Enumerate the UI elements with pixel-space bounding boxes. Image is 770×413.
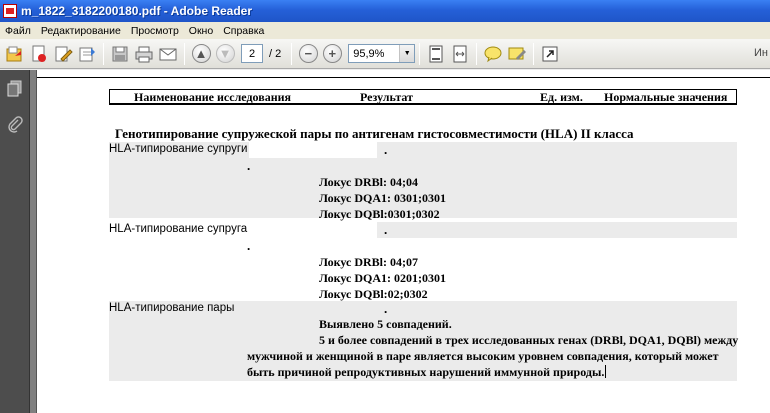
row-dot: .: [384, 142, 388, 157]
fit-width-icon: [453, 45, 467, 62]
result-line: Локус DRBl: 04;04: [319, 175, 419, 189]
row-dot: .: [384, 222, 388, 237]
section-title: Генотипирование супружеской пары по анти…: [115, 126, 634, 141]
fit-page-icon: [429, 45, 443, 62]
paperclip-icon[interactable]: [7, 116, 23, 134]
attach-icon[interactable]: [76, 43, 98, 65]
highlight-pen-icon: [508, 47, 527, 60]
arrow-down-icon: ▼: [215, 44, 235, 63]
speech-bubble-icon: [484, 46, 502, 62]
result-line: 5 и более совпадений в трех исследованны…: [319, 333, 739, 347]
header-result: Результат: [360, 90, 414, 104]
previous-page-button[interactable]: ▲: [190, 43, 212, 65]
header-norm: Нормальные значения: [604, 90, 728, 104]
expand-icon: [542, 46, 558, 61]
fit-width-button[interactable]: [449, 43, 471, 65]
menu-view[interactable]: Просмотр: [126, 25, 184, 37]
header-test-name: Наименование исследования: [134, 90, 292, 104]
page-top-border: [37, 70, 770, 78]
print-icon[interactable]: [133, 43, 155, 65]
toolbar-separator: [419, 42, 421, 65]
result-row: HLA-типирование супруга . . Локус DRBl: …: [109, 222, 737, 301]
arrow-up-icon: ▲: [191, 44, 211, 63]
toolbar-separator: [533, 42, 535, 65]
sign-button[interactable]: [506, 43, 528, 65]
row-dot: .: [384, 301, 388, 316]
navigation-panel: [0, 70, 30, 413]
plus-icon: +: [322, 44, 342, 63]
save-icon[interactable]: [109, 43, 131, 65]
result-row: HLA-типирование пары . Выявлено 5 совпад…: [109, 301, 739, 381]
row-dot: .: [247, 158, 251, 173]
result-line: мужчиной и женщиной в паре является высо…: [247, 349, 719, 363]
zoom-out-button[interactable]: −: [297, 43, 319, 65]
menu-file[interactable]: Файл: [0, 25, 36, 37]
toolbar-separator: [103, 42, 104, 65]
page-total: / 2: [269, 47, 282, 60]
full-screen-button[interactable]: [539, 43, 561, 65]
header-unit: Ед. изм.: [540, 90, 583, 104]
toolbar-overflow-label[interactable]: Ин: [754, 47, 768, 59]
text-cursor: [605, 365, 607, 378]
row-label: HLA-типирование пары: [109, 302, 235, 314]
menu-edit[interactable]: Редактирование: [36, 25, 126, 37]
zoom-in-button[interactable]: +: [321, 43, 343, 65]
result-line: быть причиной репродуктивных нарушений и…: [247, 365, 605, 379]
chevron-down-icon[interactable]: ▼: [399, 45, 415, 62]
result-line: Локус DQBl:02;0302: [319, 287, 428, 301]
row-label: HLA-типирование супруга: [109, 223, 248, 235]
results-table-header: Наименование исследования Результат Ед. …: [109, 89, 737, 105]
document-area[interactable]: Наименование исследования Результат Ед. …: [30, 70, 770, 413]
result-line-last: быть причиной репродуктивных нарушений и…: [247, 365, 607, 380]
result-line: Локус DQBl:0301;0302: [319, 207, 440, 221]
cell-blank: [249, 222, 377, 238]
result-line: Локус DQA1: 0301;0301: [319, 191, 447, 205]
zoom-value: 95,9%: [353, 47, 385, 60]
menu-window[interactable]: Окно: [184, 25, 218, 37]
cell-blank: [249, 142, 377, 158]
title-bar: m_1822_3182200180.pdf - Adobe Reader: [0, 0, 770, 22]
next-page-button[interactable]: ▼: [214, 43, 236, 65]
create-pdf-icon[interactable]: [28, 43, 50, 65]
toolbar: ▲ ▼ 2 / 2 − + 95,9% ▼ Ин: [0, 39, 770, 69]
open-file-icon[interactable]: [4, 43, 26, 65]
toolbar-separator: [184, 42, 185, 65]
window-title: m_1822_3182200180.pdf - Adobe Reader: [21, 4, 253, 18]
result-line: Выявлено 5 совпадений.: [319, 317, 452, 331]
toolbar-separator: [476, 42, 478, 65]
result-row: HLA-типирование супруги . . Локус DRBl: …: [109, 142, 737, 221]
result-line: Локус DRBl: 04;07: [319, 255, 419, 269]
menu-bar: Файл Редактирование Просмотр Окно Справк…: [0, 22, 770, 39]
zoom-select[interactable]: 95,9% ▼: [348, 44, 416, 63]
menu-help[interactable]: Справка: [218, 25, 269, 37]
adobe-reader-window: m_1822_3182200180.pdf - Adobe Reader Фай…: [0, 0, 770, 413]
result-line: Локус DQA1: 0201;0301: [319, 271, 447, 285]
edit-pdf-icon[interactable]: [52, 43, 74, 65]
pages-icon[interactable]: [7, 80, 23, 98]
toolbar-separator: [291, 42, 293, 65]
pdf-page[interactable]: Наименование исследования Результат Ед. …: [36, 70, 770, 413]
email-icon[interactable]: [157, 43, 179, 65]
pdf-app-icon: [3, 4, 17, 18]
fit-page-button[interactable]: [425, 43, 447, 65]
page-number-input[interactable]: 2: [241, 44, 263, 63]
row-label: HLA-типирование супруги: [109, 143, 248, 155]
row-dot: .: [247, 238, 251, 253]
comment-button[interactable]: [482, 43, 504, 65]
minus-icon: −: [298, 44, 318, 63]
